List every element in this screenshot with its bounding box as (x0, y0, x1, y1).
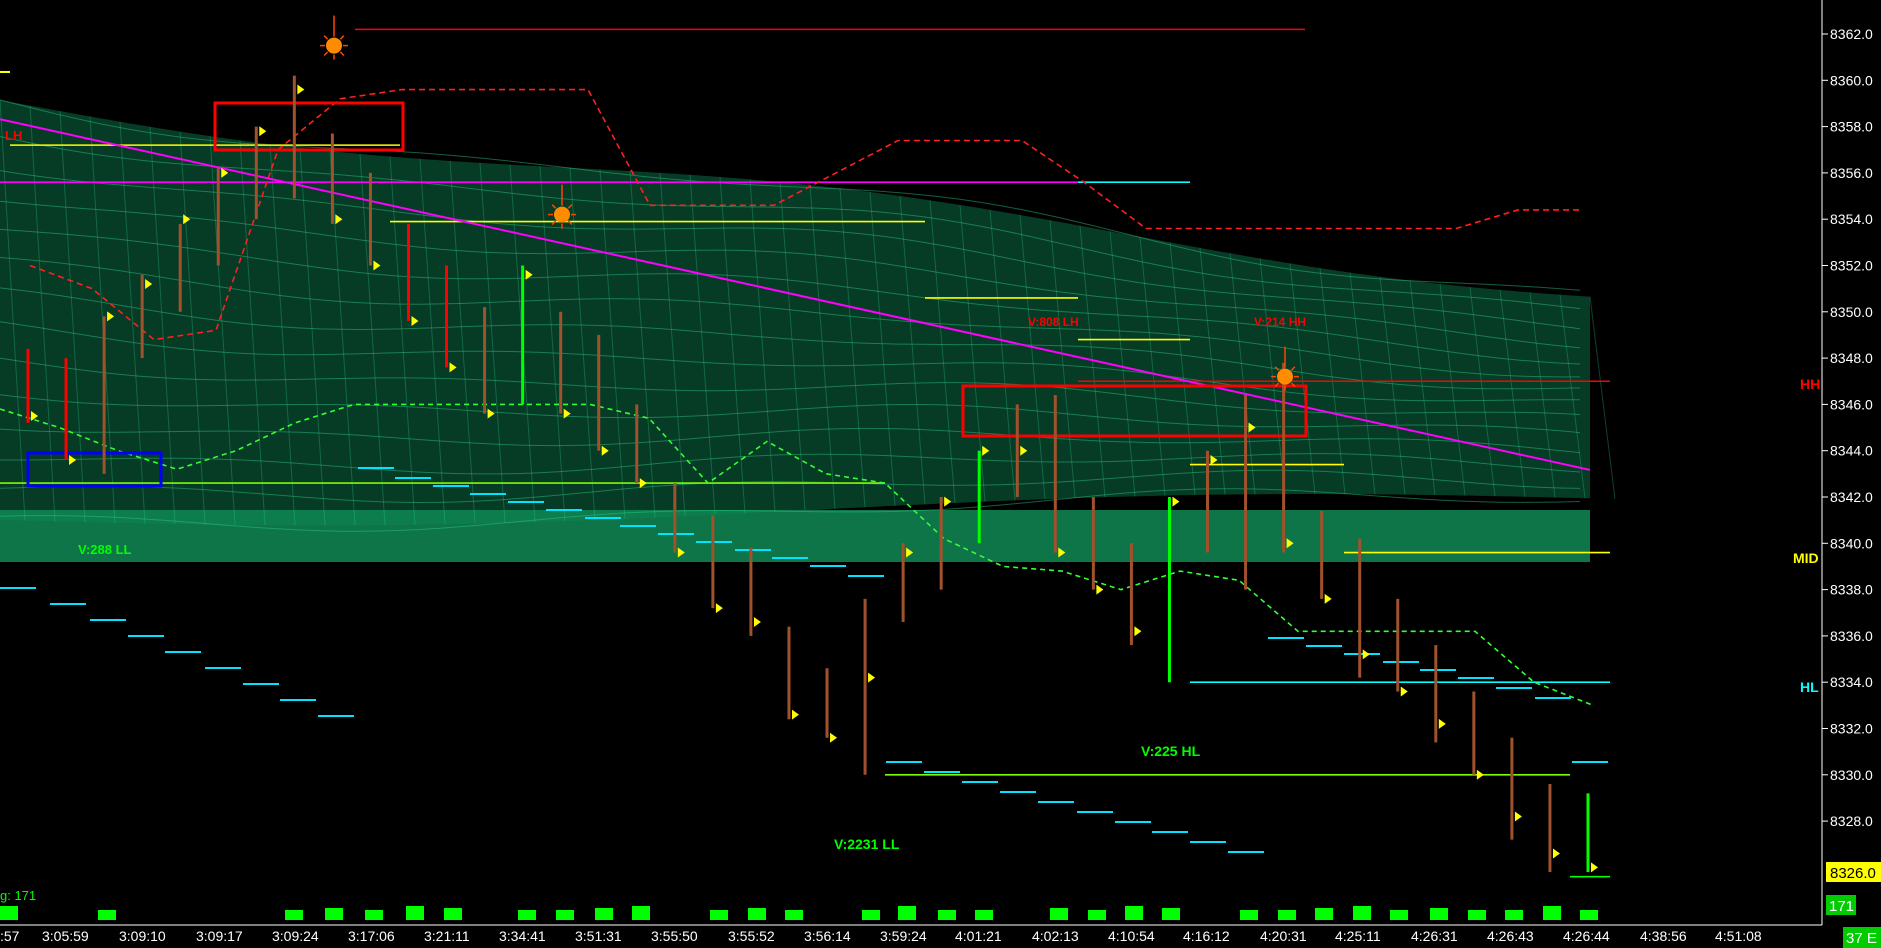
volume-bar (1125, 906, 1143, 920)
y-tick-label: 8352.0 (1830, 258, 1873, 274)
y-tick-label: 8350.0 (1830, 304, 1873, 320)
x-tick-label: 3:34:41 (499, 928, 546, 944)
volume-bar (862, 910, 880, 920)
volume-bar (518, 910, 536, 920)
y-tick-label: 8348.0 (1830, 350, 1873, 366)
pivot-dot (554, 206, 570, 223)
right-edge-label: 37 E (1846, 930, 1877, 947)
volume-bar (1240, 910, 1258, 920)
y-tick-label: 8358.0 (1830, 119, 1873, 135)
x-tick-label: 3:55:50 (651, 928, 698, 944)
x-tick-label: 3:21:11 (424, 928, 470, 944)
volume-bar (1543, 906, 1561, 920)
volume-bar (785, 910, 803, 920)
level-label-hh: HH (1800, 376, 1820, 392)
volume-bar (1468, 910, 1486, 920)
y-tick-label: 8328.0 (1830, 813, 1873, 829)
volume-bar (595, 908, 613, 920)
volume-bar (1278, 910, 1296, 920)
x-tick-label: 4:10:54 (1108, 928, 1155, 944)
annotation-text: V:2231 LL (834, 836, 900, 852)
x-tick-label: 4:26:44 (1563, 928, 1610, 944)
y-tick-label: 8362.0 (1830, 26, 1873, 42)
y-tick-label: 8338.0 (1830, 582, 1873, 598)
volume-bar (898, 906, 916, 920)
volume-bar (285, 910, 303, 920)
band-core (0, 510, 1590, 562)
volume-bar (444, 908, 462, 920)
x-tick-label: 3:55:52 (728, 928, 775, 944)
y-tick-label: 8360.0 (1830, 72, 1873, 88)
pivot-dot (326, 37, 342, 54)
y-tick-label: 8346.0 (1830, 396, 1873, 412)
x-tick-label: 4:51:08 (1715, 928, 1762, 944)
volume-bar (710, 910, 728, 920)
x-tick-label: 4:26:43 (1487, 928, 1534, 944)
x-tick-label: 4:01:21 (955, 928, 1002, 944)
x-tick-label: 4:20:31 (1260, 928, 1307, 944)
price-chart[interactable]: V:288 LL V:808 LH V:214 HH V:225 HL V:22… (0, 0, 1881, 948)
annotation-text: V:225 HL (1141, 743, 1201, 759)
x-tick-label: 4:38:56 (1640, 928, 1687, 944)
x-tick-label: 4:26:31 (1411, 928, 1458, 944)
y-tick-label: 8334.0 (1830, 674, 1873, 690)
volume-bar (365, 910, 383, 920)
x-tick-label: 4:02:13 (1032, 928, 1079, 944)
volume-bar (1162, 908, 1180, 920)
volume-bar (406, 906, 424, 920)
x-tick-label: 3:56:14 (804, 928, 851, 944)
volume-bar (98, 910, 116, 920)
current-price-text: 8326.0 (1830, 865, 1876, 882)
y-tick-label: 8356.0 (1830, 165, 1873, 181)
volume-bar (1430, 908, 1448, 920)
volume-label: g: 171 (0, 888, 36, 903)
y-tick-label: 8342.0 (1830, 489, 1873, 505)
volume-bar (1088, 910, 1106, 920)
annotation-text: V:808 LH (1028, 315, 1079, 329)
volume-readout-text: 171 (1829, 898, 1854, 915)
volume-bar (938, 910, 956, 920)
y-tick-label: 8344.0 (1830, 443, 1873, 459)
volume-bar (556, 910, 574, 920)
level-label-hl: HL (1800, 679, 1819, 695)
y-tick-label: 8332.0 (1830, 721, 1873, 737)
volume-bar (325, 908, 343, 920)
level-label-mid: MID (1793, 550, 1819, 566)
volume-bar (1353, 906, 1371, 920)
x-tick-label: 3:17:06 (348, 928, 395, 944)
volume-bar (0, 906, 18, 920)
y-tick-label: 8340.0 (1830, 535, 1873, 551)
x-tick-label: 3:09:24 (272, 928, 319, 944)
y-tick-label: 8354.0 (1830, 211, 1873, 227)
volume-bar (1390, 910, 1408, 920)
volume-bar (1505, 910, 1523, 920)
y-tick-label: 8330.0 (1830, 767, 1873, 783)
x-tick-label: 3:09:17 (196, 928, 243, 944)
volume-bar (748, 908, 766, 920)
x-tick-label: 3:09:10 (119, 928, 166, 944)
volume-bar (975, 910, 993, 920)
volume-bar (1050, 908, 1068, 920)
volume-bar (1315, 908, 1333, 920)
volume-bar (1580, 910, 1598, 920)
y-tick-label: 8336.0 (1830, 628, 1873, 644)
x-tick-label: 4:16:12 (1183, 928, 1230, 944)
annotation-text: V:214 HH (1254, 315, 1306, 329)
x-tick-label: 4:25:11 (1335, 928, 1381, 944)
x-tick-label: 3:59:24 (880, 928, 927, 944)
level-label-lh: LH (5, 128, 22, 143)
x-tick-label: 3:05:59 (42, 928, 89, 944)
x-tick-label: 3:51:31 (575, 928, 622, 944)
x-tick-label: :57 (0, 928, 20, 944)
annotation-text: V:288 LL (78, 542, 132, 557)
pivot-dot (1277, 368, 1293, 385)
volume-bar (632, 906, 650, 920)
